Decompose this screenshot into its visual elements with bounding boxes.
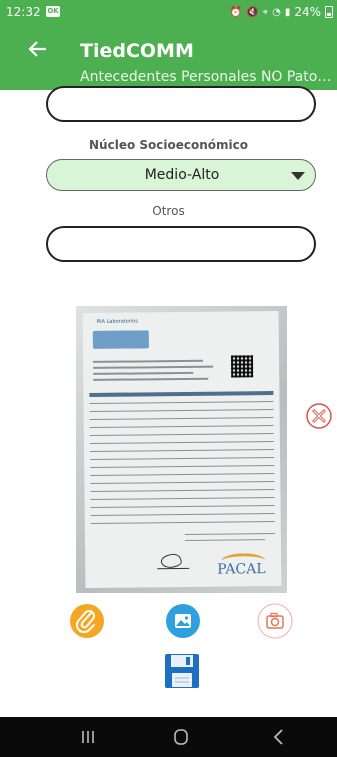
lab-logo-text: RIA Laboratorios — [96, 318, 138, 325]
doc-line — [93, 365, 214, 369]
doc-line — [89, 417, 274, 420]
wifi-icon: ◔ — [272, 6, 281, 18]
notification-badge-icon: OK — [46, 6, 60, 17]
floppy-disk-icon[interactable] — [164, 653, 200, 689]
app-title: TiedCOMM — [80, 40, 194, 62]
doc-line — [184, 539, 265, 541]
status-bar: 12:32 OK ⏰ 🔇 ⌖ ◔ ▮ 24% — [0, 0, 337, 24]
socioeconomic-selected-value: Medio-Alto — [144, 167, 220, 183]
doc-line — [90, 473, 275, 476]
doc-line — [90, 497, 275, 500]
home-icon[interactable] — [166, 725, 196, 749]
qr-code-icon — [231, 355, 254, 378]
battery-icon — [325, 6, 333, 18]
doc-line — [93, 371, 194, 375]
paperclip-icon[interactable] — [69, 603, 105, 639]
doc-line — [93, 377, 209, 381]
doc-line — [89, 433, 274, 436]
close-circle-icon[interactable] — [305, 402, 333, 430]
doc-line — [93, 359, 204, 363]
app-subtitle: Antecedentes Personales NO Patoló... — [80, 69, 335, 85]
doc-line — [90, 457, 275, 460]
battery-percent: 24% — [294, 5, 321, 19]
location-icon: ⌖ — [262, 6, 269, 18]
doc-line — [89, 401, 274, 404]
chevron-down-icon — [291, 172, 305, 180]
doc-line — [90, 513, 275, 516]
mute-icon: 🔇 — [245, 6, 259, 18]
brand-logo-text: PACAL — [217, 561, 266, 578]
otros-label: Otros — [152, 204, 185, 218]
alarm-icon: ⏰ — [229, 6, 242, 18]
doc-line — [89, 425, 274, 428]
doc-table-header — [89, 391, 274, 397]
attached-document-photo[interactable]: RIA Laboratorios PACAL — [76, 306, 287, 593]
signal-icon: ▮ — [284, 6, 291, 18]
socioeconomic-dropdown[interactable]: Medio-Alto — [46, 159, 316, 191]
previous-text-field[interactable] — [46, 86, 316, 122]
image-icon[interactable] — [165, 603, 201, 639]
socioeconomic-label: Núcleo Socioeconómico — [89, 138, 248, 152]
back-icon[interactable] — [264, 725, 294, 749]
doc-line — [90, 489, 275, 492]
doc-line — [90, 481, 275, 484]
system-navigation-bar — [0, 717, 337, 757]
camera-icon[interactable] — [257, 603, 293, 639]
form-content: Núcleo Socioeconómico Medio-Alto Otros R… — [0, 86, 337, 717]
lab-logo — [92, 330, 149, 349]
doc-line — [89, 409, 274, 412]
back-arrow-icon[interactable] — [28, 39, 48, 64]
doc-line — [90, 465, 275, 468]
doc-line — [90, 505, 275, 508]
otros-text-field[interactable] — [46, 226, 316, 262]
doc-line — [90, 521, 275, 524]
doc-line — [184, 533, 275, 535]
doc-line — [90, 449, 275, 452]
status-icons: ⏰ 🔇 ⌖ ◔ ▮ 24% — [230, 5, 333, 19]
status-time: 12:32 — [6, 5, 41, 19]
app-bar: TiedCOMM Antecedentes Personales NO Pato… — [0, 24, 337, 90]
doc-line — [89, 441, 274, 444]
document-paper: RIA Laboratorios PACAL — [82, 310, 282, 589]
signature-icon — [157, 553, 190, 570]
recent-apps-icon[interactable] — [73, 725, 103, 749]
